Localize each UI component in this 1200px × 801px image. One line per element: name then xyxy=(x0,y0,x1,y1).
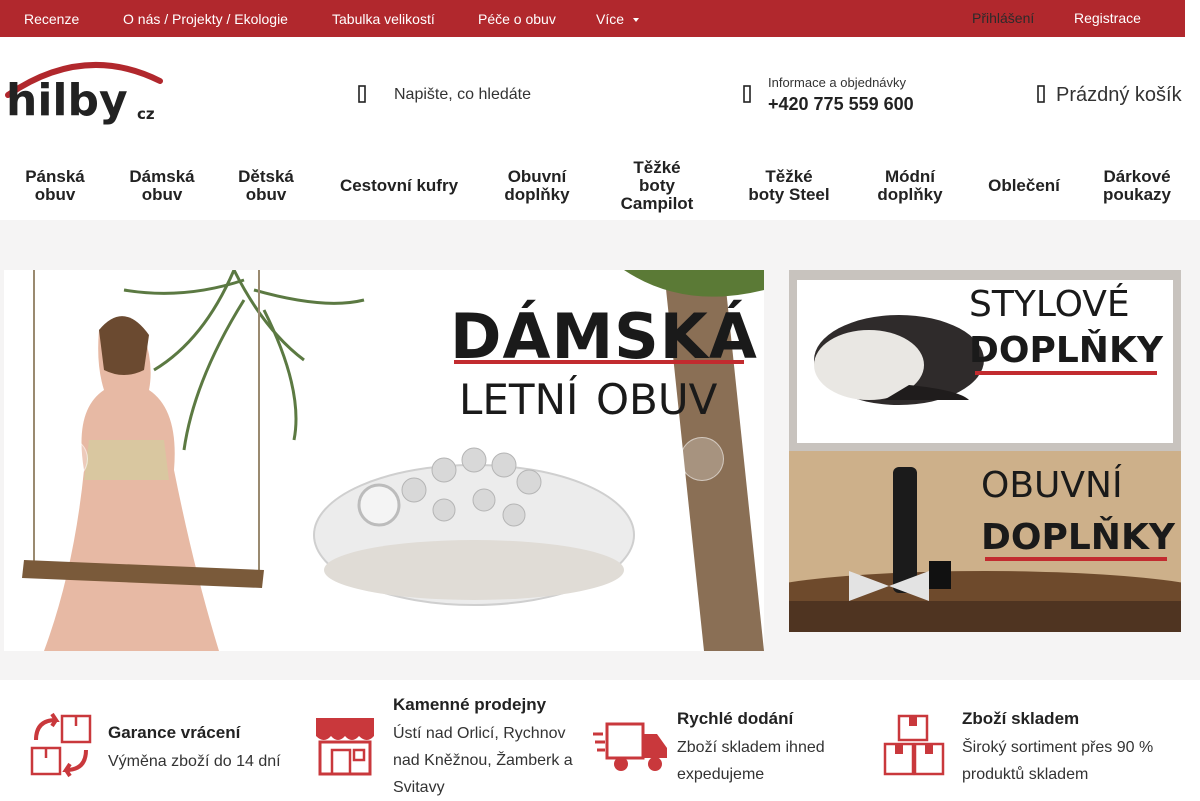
nav-kids-shoes[interactable]: Dětská obuv xyxy=(224,150,308,222)
side-banner-2-line2: DOPLŇKY xyxy=(981,517,1175,558)
search-icon[interactable] xyxy=(356,84,370,104)
nav-suitcases[interactable]: Cestovní kufry xyxy=(326,150,472,222)
feature-text-stores: Ústí nad Orlicí, Rychnov nad Kněžnou, Ža… xyxy=(393,725,573,796)
login-link[interactable]: Přihlášení xyxy=(972,10,1034,26)
page-edge xyxy=(1185,0,1200,220)
search-input[interactable]: Napište, co hledáte xyxy=(394,86,531,104)
side-banner-1-line1: STYLOVÉ xyxy=(969,284,1130,325)
nav-heavy-boots-campilot[interactable]: Těžké boty Campilot xyxy=(605,150,709,222)
cart-icon[interactable] xyxy=(1036,84,1047,104)
nav-heavy-boots-steel[interactable]: Těžké boty Steel xyxy=(732,150,846,222)
nav-shoe-accessories[interactable]: Obuvní doplňky xyxy=(490,150,584,222)
topbar-more-menu[interactable]: Více xyxy=(596,11,640,27)
topbar-link-shoe-care[interactable]: Péče o obuv xyxy=(478,11,556,27)
feature-title-returns: Garance vrácení xyxy=(108,723,241,742)
cart-status[interactable]: Prázdný košík xyxy=(1056,84,1182,107)
side-banner-2-underline xyxy=(985,557,1167,561)
side-banner-2-line1: OBUVNÍ xyxy=(981,465,1123,506)
carousel-next-button[interactable] xyxy=(680,437,724,481)
side-banner-1-underline xyxy=(975,371,1157,375)
feature-text-returns: Výměna zboží do 14 dní xyxy=(108,753,281,770)
delivery-truck-icon xyxy=(593,714,667,780)
phone-icon xyxy=(742,84,753,104)
topbar-more-label: Více xyxy=(596,11,625,27)
nav-gift-vouchers[interactable]: Dárkové poukazy xyxy=(1090,150,1184,222)
nav-womens-shoes[interactable]: Dámská obuv xyxy=(115,150,209,222)
logo-suffix: cz xyxy=(137,105,155,123)
logo-wordmark: hilby xyxy=(6,75,128,126)
hero-title-underline xyxy=(454,360,744,364)
chevron-down-icon xyxy=(633,18,640,23)
nav-mens-shoes[interactable]: Pánská obuv xyxy=(10,150,100,222)
stock-boxes-icon xyxy=(881,712,947,778)
carousel-prev-button[interactable] xyxy=(44,437,88,481)
feature-text-stock: Široký sortiment přes 90 % produktů skla… xyxy=(962,739,1154,783)
topbar-link-size-table[interactable]: Tabulka velikostí xyxy=(332,11,435,27)
contact-phone[interactable]: +420 775 559 600 xyxy=(768,94,914,115)
nav-fashion-accessories[interactable]: Módní doplňky xyxy=(862,150,958,222)
topbar-link-reviews[interactable]: Recenze xyxy=(24,11,79,27)
site-logo[interactable]: hilby cz xyxy=(4,55,164,133)
side-banner-shoe-accessories[interactable]: OBUVNÍ DOPLŇKY xyxy=(789,451,1181,632)
feature-title-stores: Kamenné prodejny xyxy=(393,695,547,714)
feature-title-delivery: Rychlé dodání xyxy=(677,709,794,728)
side-banner-1-line2: DOPLŇKY xyxy=(969,330,1163,371)
side-banner-accessories[interactable]: STYLOVÉ DOPLŇKY xyxy=(789,270,1181,451)
nav-clothing[interactable]: Oblečení xyxy=(974,150,1074,222)
register-link[interactable]: Registrace xyxy=(1074,10,1141,26)
hero-subtitle-2: OBUV xyxy=(596,375,718,424)
return-boxes-icon xyxy=(28,712,94,778)
store-icon xyxy=(312,712,378,778)
topbar-link-about[interactable]: O nás / Projekty / Ekologie xyxy=(123,11,288,27)
top-bar: Recenze O nás / Projekty / Ekologie Tabu… xyxy=(0,0,1185,37)
feature-text-delivery: Zboží skladem ihned expedujeme xyxy=(677,739,825,783)
hero-subtitle-1: LETNÍ xyxy=(459,375,579,424)
hero-banner[interactable]: DÁMSKÁ LETNÍ OBUV xyxy=(4,270,764,651)
feature-title-stock: Zboží skladem xyxy=(962,709,1080,728)
contact-label: Informace a objednávky xyxy=(768,75,907,90)
